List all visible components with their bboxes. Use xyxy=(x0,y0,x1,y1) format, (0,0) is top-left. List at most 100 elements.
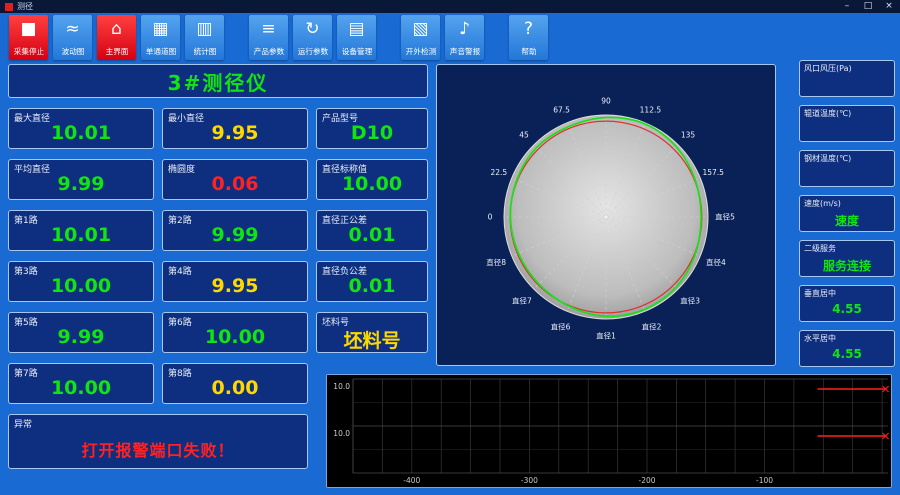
svg-text:-300: -300 xyxy=(521,476,538,485)
status-value: 4.55 xyxy=(832,347,862,361)
main-screen-button[interactable]: ⌂ 主界面 xyxy=(97,15,136,60)
window-controls: – □ × xyxy=(841,1,895,12)
field-value: D10 xyxy=(350,122,394,144)
field-value: 坯料号 xyxy=(343,330,401,352)
svg-text:直径7: 直径7 xyxy=(512,296,532,306)
field-value: 0.01 xyxy=(348,224,396,246)
status-roller-temp: 辊道温度(℃) xyxy=(799,105,895,142)
status-steel-temp: 钢材温度(℃) xyxy=(799,150,895,187)
run-icon: ↻ xyxy=(305,19,320,39)
status-label: 风口风压(Pa) xyxy=(804,64,852,73)
field-value: 10.01 xyxy=(50,224,112,246)
wave-chart-button[interactable]: ≈ 波动图 xyxy=(53,15,92,60)
wave-icon: ≈ xyxy=(65,19,80,39)
device-management-button[interactable]: ▤ 设备管理 xyxy=(337,15,376,60)
field-value: 9.99 xyxy=(211,224,259,246)
sound-alarm-button[interactable]: ♪ 声音警报 xyxy=(445,15,484,60)
status-value: 速度 xyxy=(834,214,859,228)
toolbar-button-label: 运行参数 xyxy=(297,47,328,56)
profile-chart-panel: 0 22.5 45 67.5 90 112.5 135 157.5 直径1 直径2 直径3 直径4 直径… xyxy=(436,64,776,366)
bar-chart-icon: ▥ xyxy=(196,19,213,39)
status-value: 4.55 xyxy=(832,302,862,316)
toolbar-button-label: 单通道图 xyxy=(145,47,176,56)
field-plus-tolerance: 直径正公差 0.01 xyxy=(316,210,428,251)
status-label: 钢材温度(℃) xyxy=(804,154,852,163)
field-value: 0.01 xyxy=(348,275,396,297)
svg-text:135: 135 xyxy=(681,131,696,140)
field-channel-5: 第5路 9.99 xyxy=(8,312,154,353)
svg-text:22.5: 22.5 xyxy=(490,168,507,177)
field-value: 0.06 xyxy=(211,173,259,195)
svg-text:157.5: 157.5 xyxy=(702,168,724,177)
app-icon xyxy=(5,2,13,11)
run-params-button[interactable]: ↻ 运行参数 xyxy=(293,15,332,60)
toolbar-button-label: 帮助 xyxy=(520,47,537,56)
field-max-diameter: 最大直径 10.01 xyxy=(8,108,154,149)
stop-icon: ■ xyxy=(20,19,37,39)
field-nominal-diameter: 直径标称值 10.00 xyxy=(316,159,428,200)
status-label: 水平居中 xyxy=(804,334,836,343)
single-channel-chart-button[interactable]: ▦ 单通道图 xyxy=(141,15,180,60)
toolbar-button-label: 主界面 xyxy=(105,47,128,56)
toolbar-button-label: 开外检测 xyxy=(405,47,436,56)
field-product-model: 产品型号 D10 xyxy=(316,108,428,149)
field-min-diameter: 最小直径 9.95 xyxy=(162,108,308,149)
svg-text:10.0: 10.0 xyxy=(333,429,350,438)
field-minus-tolerance: 直径负公差 0.01 xyxy=(316,261,428,302)
stop-acquisition-button[interactable]: ■ 采集停止 xyxy=(9,15,48,60)
help-icon: ? xyxy=(523,19,534,39)
field-avg-diameter: 平均直径 9.99 xyxy=(8,159,154,200)
trend-chart-panel: 10.0 10.0 -400 -300 -200 -100 xyxy=(326,374,892,488)
maximize-button[interactable]: □ xyxy=(862,1,874,12)
toolbar-button-label: 采集停止 xyxy=(13,47,44,56)
svg-text:-100: -100 xyxy=(756,476,773,485)
svg-text:直径2: 直径2 xyxy=(642,321,662,331)
svg-text:10.0: 10.0 xyxy=(333,382,350,391)
status-label: 垂直居中 xyxy=(804,289,836,298)
minimize-button[interactable]: – xyxy=(841,1,853,12)
toolbar-button-label: 波动图 xyxy=(61,47,84,56)
statistics-chart-button[interactable]: ▥ 统计图 xyxy=(185,15,224,60)
titlebar: 测径 – □ × xyxy=(0,0,900,13)
svg-text:直径3: 直径3 xyxy=(680,296,700,306)
svg-text:直径5: 直径5 xyxy=(715,212,735,222)
close-button[interactable]: × xyxy=(883,1,895,12)
toolbar-button-label: 统计图 xyxy=(193,47,216,56)
status-vertical-center: 垂直居中 4.55 xyxy=(799,285,895,322)
field-channel-8: 第8路 0.00 xyxy=(162,363,308,404)
window-title: 测径 xyxy=(17,2,33,11)
svg-text:-400: -400 xyxy=(403,476,420,485)
field-value: 10.00 xyxy=(341,173,403,195)
status-horizontal-center: 水平居中 4.55 xyxy=(799,330,895,367)
status-air-pressure: 风口风压(Pa) xyxy=(799,60,895,97)
field-channel-7: 第7路 10.00 xyxy=(8,363,154,404)
status-label: 速度(m/s) xyxy=(804,199,841,208)
field-channel-6: 第6路 10.00 xyxy=(162,312,308,353)
home-icon: ⌂ xyxy=(111,19,122,39)
device-icon: ▤ xyxy=(348,19,365,39)
field-value: 9.95 xyxy=(211,275,259,297)
product-params-button[interactable]: ≡ 产品参数 xyxy=(249,15,288,60)
svg-text:直径4: 直径4 xyxy=(706,257,726,267)
alarm-box: 异常 打开报警端口失败！ xyxy=(8,414,308,469)
toolbar-button-label: 产品参数 xyxy=(253,47,284,56)
field-ovality: 椭圆度 0.06 xyxy=(162,159,308,200)
external-detect-button[interactable]: ▧ 开外检测 xyxy=(401,15,440,60)
status-value: 服务连接 xyxy=(822,259,871,273)
svg-text:-200: -200 xyxy=(638,476,655,485)
help-button[interactable]: ? 帮助 xyxy=(509,15,548,60)
field-value: 9.99 xyxy=(57,173,105,195)
field-channel-1: 第1路 10.01 xyxy=(8,210,154,251)
field-value: 10.00 xyxy=(50,275,112,297)
toolbar-button-label: 设备管理 xyxy=(341,47,372,56)
profile-polar-chart: 0 22.5 45 67.5 90 112.5 135 157.5 直径1 直径2 直径3 直径4 直径… xyxy=(486,97,735,341)
svg-text:直径1: 直径1 xyxy=(596,331,616,341)
svg-text:直径8: 直径8 xyxy=(486,257,506,267)
field-channel-3: 第3路 10.00 xyxy=(8,261,154,302)
svg-text:67.5: 67.5 xyxy=(553,105,570,114)
field-value: 9.99 xyxy=(57,326,105,348)
grid-chart-icon: ▦ xyxy=(152,19,169,39)
svg-text:0: 0 xyxy=(488,213,493,222)
field-value: 10.01 xyxy=(50,122,112,144)
field-channel-4: 第4路 9.95 xyxy=(162,261,308,302)
